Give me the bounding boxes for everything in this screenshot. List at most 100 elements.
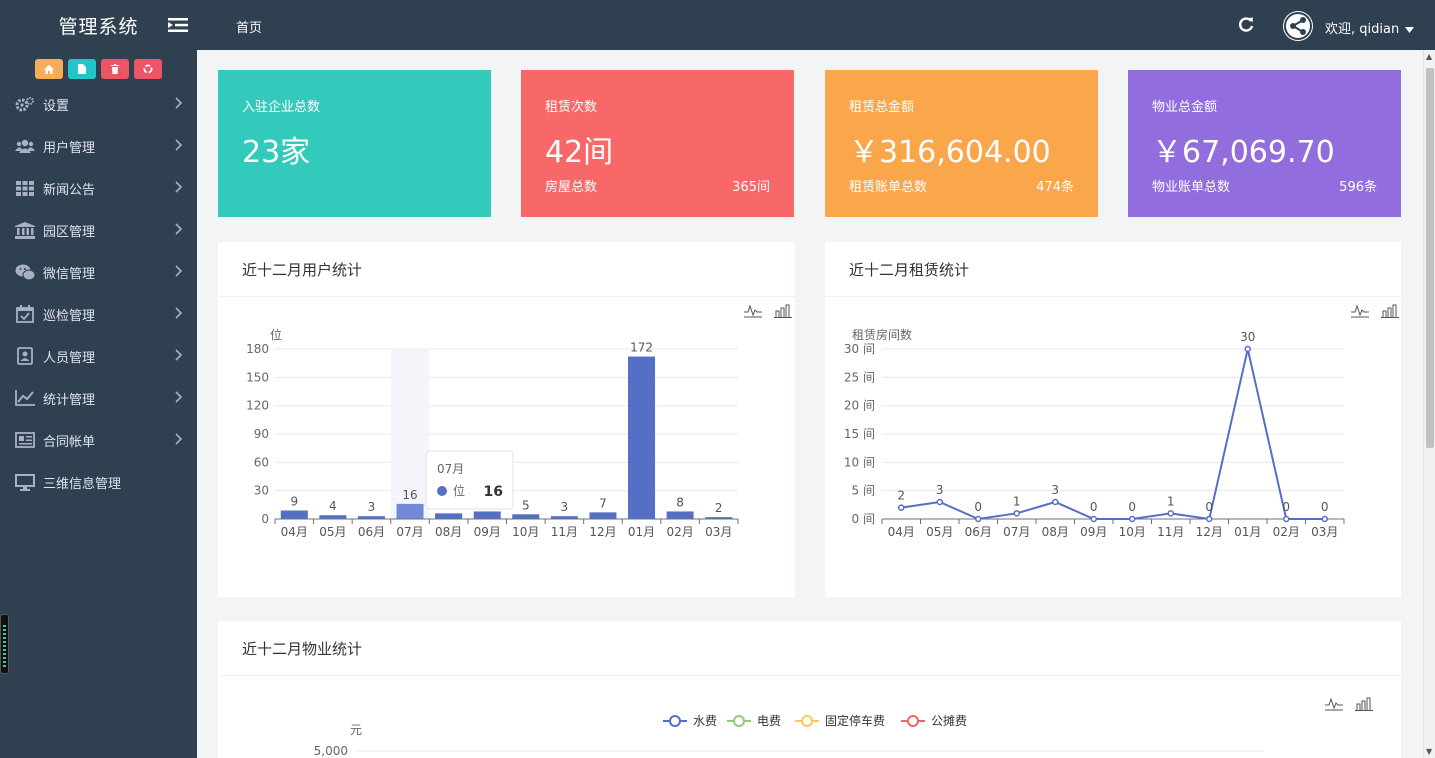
- user-bar-chart: 位030609012015018094316685371728204月05月06…: [246, 327, 739, 539]
- y-axis-label: 位: [270, 327, 282, 342]
- user-menu[interactable]: 欢迎, qidian: [1325, 18, 1415, 37]
- scroll-down-icon[interactable]: ▼: [1426, 747, 1432, 756]
- tooltip-value: 16: [484, 484, 503, 500]
- sidebar-item-contracts[interactable]: 合同帐单: [0, 419, 197, 461]
- home-button[interactable]: [35, 59, 63, 79]
- sidebar-item-label: 园区管理: [43, 224, 96, 240]
- data-label: 0: [1090, 500, 1098, 514]
- sidebar-item-label: 新闻公告: [43, 182, 96, 198]
- data-label: 0: [1205, 500, 1213, 514]
- data-label: 3: [368, 500, 376, 514]
- avatar[interactable]: [1283, 11, 1313, 41]
- stat-sub-label: 物业账单总数: [1152, 180, 1231, 195]
- chevron-right-icon: [175, 390, 183, 406]
- legend-label: 电费: [757, 714, 781, 728]
- sidebar-item-statistics[interactable]: 统计管理: [0, 377, 197, 419]
- bank-icon: [14, 221, 36, 239]
- x-tick-label: 02月: [1273, 525, 1300, 539]
- sidebar: 管理系统 设置 用户管理 新闻公告 园区管理 微信管理 巡检管理 人员管理 统计…: [0, 0, 197, 758]
- sidebar-item-staff[interactable]: 人员管理: [0, 335, 197, 377]
- tab-home[interactable]: 首页: [236, 17, 262, 36]
- y-axis-label: 元: [350, 723, 362, 737]
- quick-buttons: [0, 59, 197, 79]
- data-label: 0: [1282, 500, 1290, 514]
- welcome-text: 欢迎, qidian: [1325, 22, 1400, 37]
- sidebar-item-label: 设置: [43, 98, 70, 114]
- page-scrollbar[interactable]: ▲ ▼: [1423, 50, 1435, 758]
- x-tick-label: 07月: [396, 525, 423, 539]
- chevron-right-icon: [175, 138, 183, 154]
- x-tick-label: 10月: [512, 525, 539, 539]
- stat-title: 租赁次数: [545, 100, 598, 115]
- stat-value: 42间: [545, 135, 614, 170]
- data-point: [1013, 510, 1020, 517]
- stat-sub-value: 365间: [732, 180, 770, 195]
- main-content: 入驻企业总数 23家 租赁次数 42间 房屋总数 365间 租赁总金额 ￥316,…: [197, 50, 1423, 758]
- x-tick-label: 04月: [281, 525, 308, 539]
- chevron-right-icon: [175, 306, 183, 322]
- grid-icon: [14, 179, 36, 197]
- x-tick-label: 03月: [705, 525, 732, 539]
- file-button[interactable]: [68, 59, 96, 79]
- wechat-icon: [14, 263, 36, 281]
- scroll-thumb[interactable]: [1426, 68, 1434, 448]
- data-point: [936, 498, 943, 506]
- legend-marker: [801, 715, 813, 727]
- bar: [628, 356, 656, 519]
- sidebar-item-3d-info[interactable]: 三维信息管理: [0, 461, 197, 503]
- calendar-check-icon: [14, 305, 36, 323]
- stat-card-property-amount: 物业总金额 ￥67,069.70 物业账单总数 596条: [1128, 70, 1401, 217]
- legend-marker: [907, 715, 919, 727]
- home-icon: [44, 64, 54, 74]
- refresh-icon[interactable]: [1236, 15, 1256, 35]
- chevron-right-icon: [175, 180, 183, 196]
- x-tick-label: 02月: [666, 525, 693, 539]
- tooltip-marker: [437, 486, 447, 496]
- stat-sub-value: 474条: [1036, 180, 1074, 195]
- panel-title: 近十二月物业统计: [218, 621, 1401, 676]
- data-label: 3: [936, 483, 944, 497]
- stat-value: ￥67,069.70: [1152, 135, 1335, 170]
- sidebar-item-inspection[interactable]: 巡检管理: [0, 293, 197, 335]
- stat-card-rentals: 租赁次数 42间 房屋总数 365间: [521, 70, 794, 217]
- recycle-button[interactable]: [134, 59, 162, 79]
- sidebar-item-label: 合同帐单: [43, 434, 96, 450]
- data-label: 0: [974, 500, 982, 514]
- data-point: [1052, 498, 1059, 506]
- stat-title: 入驻企业总数: [242, 100, 321, 115]
- data-point: [1321, 515, 1328, 523]
- legend-label: 水费: [693, 714, 717, 728]
- bar: [396, 503, 424, 519]
- data-label: 16: [402, 488, 417, 502]
- data-point: [1129, 515, 1136, 523]
- newspaper-icon: [14, 431, 36, 449]
- menu-toggle-icon[interactable]: [168, 17, 188, 33]
- stat-value: ￥316,604.00: [849, 135, 1051, 170]
- bar: [280, 510, 308, 519]
- panel-user-stats: 近十二月用户统计 位030609012015018094316685371728…: [218, 242, 795, 597]
- sidebar-item-wechat[interactable]: 微信管理: [0, 251, 197, 293]
- recycle-icon: [143, 64, 153, 74]
- sidebar-item-users[interactable]: 用户管理: [0, 125, 197, 167]
- data-point: [1167, 510, 1174, 517]
- x-tick-label: 11月: [1157, 525, 1184, 539]
- y-tick-label: 0 间: [852, 512, 875, 526]
- x-tick-label: 01月: [628, 525, 655, 539]
- data-label: 1: [1167, 494, 1175, 508]
- x-tick-label: 08月: [1042, 525, 1069, 539]
- sidebar-item-park[interactable]: 园区管理: [0, 209, 197, 251]
- panel-rental-stats: 近十二月租赁统计 租赁房间数 0 间 5 间 10 间 15 间 20 间 25 间 30 间…: [825, 242, 1401, 597]
- data-point: [1206, 515, 1213, 523]
- trash-button[interactable]: [101, 59, 129, 79]
- data-label: 9: [290, 495, 298, 509]
- sidebar-item-settings[interactable]: 设置: [0, 83, 197, 125]
- sidebar-item-label: 巡检管理: [43, 308, 96, 324]
- chevron-right-icon: [175, 264, 183, 280]
- y-tick-label: 60: [254, 455, 269, 469]
- data-label: 5: [522, 498, 530, 512]
- scroll-up-icon[interactable]: ▲: [1426, 52, 1432, 61]
- top-header: 首页 欢迎, qidian: [168, 0, 1435, 50]
- x-tick-label: 09月: [474, 525, 501, 539]
- trash-icon: [111, 64, 119, 74]
- sidebar-item-news[interactable]: 新闻公告: [0, 167, 197, 209]
